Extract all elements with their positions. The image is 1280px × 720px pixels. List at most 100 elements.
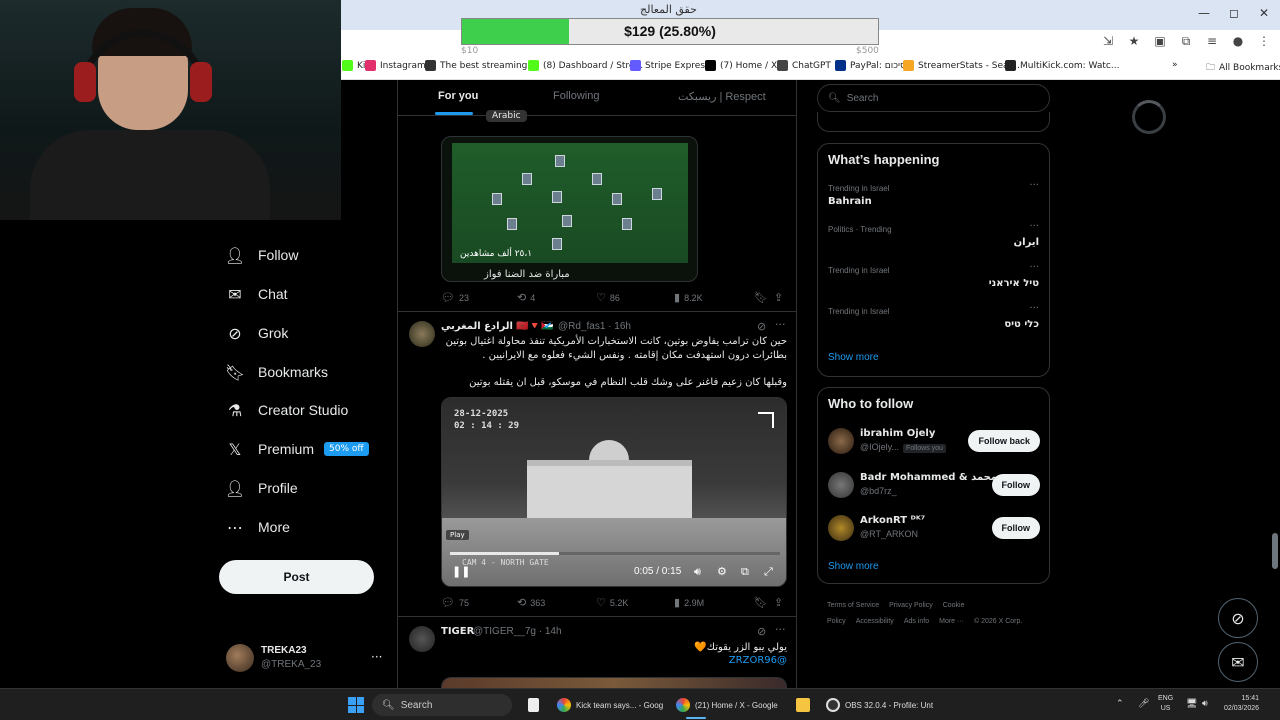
fullscreen-icon[interactable]: ⤢ <box>764 565 773 579</box>
bookmark-item[interactable]: ChatGPT <box>777 60 831 71</box>
footer-link[interactable]: Terms of Service <box>827 602 879 609</box>
language-indicator[interactable]: ENG US <box>1158 694 1173 714</box>
like-button[interactable]: ♡ 86 <box>596 291 620 304</box>
taskbar-search[interactable]: 🔍︎ Search <box>372 694 512 716</box>
suggested-account[interactable]: ibrahim Ojely @IOjely... Follows you Follow… <box>828 428 1040 458</box>
suggested-account[interactable]: ArkonRT ᴰᴷ⁷ @RT_ARKON Follow <box>828 515 1040 545</box>
extension-icon[interactable]: ▣ <box>1152 34 1168 49</box>
share-button[interactable]: ⇪ <box>774 291 783 304</box>
bookmark-button[interactable]: 🔖︎ <box>754 291 768 304</box>
tweet-author-name[interactable]: الرادع المغربي 🇲🇦🔻🇵🇸 <box>441 321 554 332</box>
trend-name[interactable]: ايران <box>1014 237 1039 248</box>
more-dots-icon[interactable]: ··· <box>371 650 382 664</box>
more-dots-icon[interactable]: ··· <box>1029 180 1039 191</box>
profile-avatar[interactable]: ● <box>1230 34 1246 49</box>
sidebar-item-premium[interactable]: 𝕏 Premium 50% off <box>226 437 369 461</box>
sidebar-item-more[interactable]: ⋯ More <box>226 515 290 539</box>
windows-start-icon[interactable] <box>348 697 364 713</box>
tab-respect[interactable]: ريسبكت | Respect <box>678 90 766 103</box>
tweet-handle-time[interactable]: @Rd_fas1 · 16h <box>558 321 631 332</box>
avatar[interactable] <box>409 626 435 652</box>
tab-following[interactable]: Following <box>553 90 599 102</box>
account-name[interactable]: Badr Mohammed & محمد... <box>860 472 1008 483</box>
grok-icon[interactable]: ⊘ <box>757 320 766 333</box>
repost-button[interactable]: ⟲ 4 <box>517 291 535 304</box>
taskbar-clock[interactable]: 15:41 02/03/2026 <box>1224 694 1259 714</box>
star-icon[interactable]: ★ <box>1126 34 1142 49</box>
sidebar-item-grok[interactable]: ⊘ Grok <box>226 321 288 345</box>
tweet-mention[interactable]: @ZRZOR96 <box>441 654 787 668</box>
grok-fab-button[interactable]: ⊘ <box>1218 598 1258 638</box>
reply-button[interactable]: 💬︎ 23 <box>441 291 469 304</box>
network-icon[interactable]: 🖥︎ <box>1186 699 1197 709</box>
volume-icon[interactable]: 🔊︎ <box>694 565 701 579</box>
sidebar-item-follow[interactable]: 👤︎ Follow <box>225 243 299 267</box>
footer-link[interactable]: Ads info <box>904 618 929 625</box>
footer-link[interactable]: © 2026 X Corp. <box>974 618 1022 625</box>
bookmark-item[interactable]: MultiKick.com: Watc... <box>1005 60 1119 71</box>
trend-name[interactable]: Bahrain <box>828 196 872 207</box>
taskbar-app-chrome-x[interactable]: (21) Home / X - Google <box>676 695 778 715</box>
tweet-handle-time[interactable]: @TIGER__7g · 14h <box>473 626 562 637</box>
bookmark-item[interactable]: (7) Home / X <box>705 60 777 71</box>
video-progress-bar[interactable] <box>450 552 780 555</box>
close-button[interactable]: ✕ <box>1254 6 1274 20</box>
scrollbar[interactable] <box>1272 533 1278 569</box>
more-dots-icon[interactable]: ··· <box>1029 262 1039 273</box>
bookmark-item[interactable]: Instagram <box>365 60 426 71</box>
footer-link[interactable]: More ··· <box>939 618 964 625</box>
taskbar-app-chrome-kick[interactable]: Kick team says... - Goog <box>557 695 663 715</box>
follow-button[interactable]: Follow <box>991 474 1040 496</box>
account-switcher[interactable]: TREKA23 @TREKA_23 ··· <box>226 644 386 674</box>
follow-button[interactable]: Follow back <box>968 430 1040 452</box>
footer-link[interactable]: Privacy Policy <box>889 602 933 609</box>
maximize-button[interactable]: ◻ <box>1224 6 1244 20</box>
share-button[interactable]: ⇪ <box>774 596 783 609</box>
media-icon[interactable]: ≡ <box>1204 34 1220 49</box>
sidebar-item-creator-studio[interactable]: ⚗ Creator Studio <box>226 398 348 422</box>
puzzle-icon[interactable]: ⧉ <box>1178 34 1194 49</box>
more-dots-icon[interactable]: ··· <box>775 623 786 636</box>
bookmark-item[interactable]: PayPal: סיכום <box>835 60 906 71</box>
account-name[interactable]: ArkonRT ᴰᴷ⁷ <box>860 515 925 526</box>
taskbar-app-obs[interactable]: OBS 32.0.4 - Profile: Unt <box>826 695 933 715</box>
browser-menu-icon[interactable]: ⋮ <box>1256 34 1272 49</box>
search-input[interactable] <box>846 92 1037 104</box>
bookmark-item[interactable]: StreamerStats - Sear... <box>903 60 1020 71</box>
volume-icon[interactable]: 🔊︎ <box>1202 699 1208 709</box>
minimize-button[interactable]: — <box>1194 6 1214 20</box>
tweet-author-name[interactable]: TIGER <box>441 626 474 637</box>
all-bookmarks-button[interactable]: 🗀︎ All Bookmarks <box>1206 60 1280 76</box>
follow-button[interactable]: Follow <box>991 517 1040 539</box>
views-button[interactable]: ▮ 2.9M <box>674 596 704 609</box>
file-icon[interactable] <box>528 695 539 715</box>
avatar[interactable] <box>828 515 854 541</box>
video-player[interactable]: 28-12-2025 02 : 14 : 29 Play CAM 4 - NOR… <box>441 397 787 587</box>
repost-button[interactable]: ⟲ 363 <box>517 596 545 609</box>
bookmark-item[interactable]: (8) Dashboard / Stre... <box>528 60 643 71</box>
sidebar-item-chat[interactable]: ✉ Chat <box>226 282 287 306</box>
trend-name[interactable]: טיל איראני <box>989 278 1039 289</box>
search-box[interactable]: 🔍︎ <box>817 84 1050 112</box>
bookmark-button[interactable]: 🔖︎ <box>754 596 768 609</box>
reply-button[interactable]: 💬︎ 75 <box>441 596 469 609</box>
suggested-account[interactable]: Badr Mohammed & محمد... @bd7rz_ Follow <box>828 472 1040 502</box>
messages-fab-button[interactable]: ✉ <box>1218 642 1258 682</box>
settings-gear-icon[interactable]: ⚙ <box>717 565 727 578</box>
bookmark-item[interactable]: The best streaming... <box>425 60 536 71</box>
avatar[interactable] <box>828 428 854 454</box>
avatar[interactable] <box>409 321 435 347</box>
more-dots-icon[interactable]: ··· <box>775 318 786 331</box>
install-icon[interactable]: ⇲ <box>1100 34 1116 49</box>
tab-for-you[interactable]: For you <box>438 90 478 102</box>
show-more-link[interactable]: Show more <box>828 352 879 363</box>
more-dots-icon[interactable]: ··· <box>1029 221 1039 232</box>
sidebar-item-bookmarks[interactable]: 🔖︎ Bookmarks <box>225 360 328 384</box>
account-name[interactable]: ibrahim Ojely <box>860 428 935 439</box>
avatar[interactable] <box>828 472 854 498</box>
bookmarks-overflow-icon[interactable]: » <box>1172 60 1178 70</box>
chevron-up-icon[interactable]: ⌃ <box>1116 699 1124 709</box>
views-button[interactable]: ▮ 8.2K <box>674 291 703 304</box>
trend-name[interactable]: כלי טיס <box>1004 319 1039 330</box>
post-button[interactable]: Post <box>219 560 374 594</box>
